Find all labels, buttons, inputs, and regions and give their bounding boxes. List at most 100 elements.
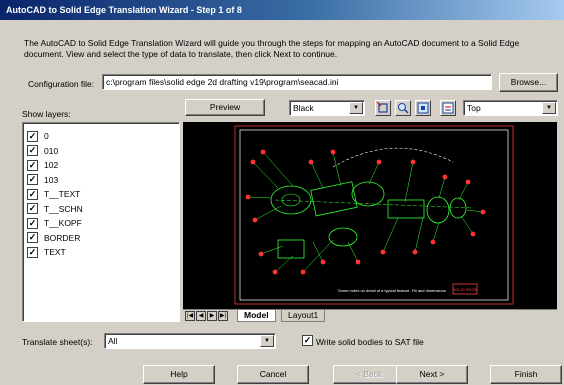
layer-checkbox[interactable]: ✓ — [27, 130, 38, 142]
drawing-preview[interactable]: SOLID EDGE Some notes on detail of a typ… — [183, 122, 557, 309]
leader-line — [252, 161, 279, 189]
drawing-caption: Some notes on detail of a typical featur… — [338, 288, 446, 293]
intro-text: The AutoCAD to Solid Edge Translation Wi… — [24, 38, 520, 59]
balloon-marker — [252, 217, 258, 223]
color-select[interactable]: Black ▼ — [289, 100, 365, 116]
drawing-canvas: SOLID EDGE Some notes on detail of a typ… — [234, 125, 514, 305]
balloon-marker — [376, 159, 382, 165]
balloon-marker — [300, 269, 306, 275]
write-sat-label: Write solid bodies to SAT file — [316, 337, 424, 347]
balloon-marker — [480, 209, 486, 215]
translate-sheets-label: Translate sheet(s): — [22, 337, 93, 347]
layer-label: 103 — [44, 174, 59, 185]
config-label: Configuration file: — [28, 79, 95, 89]
part-shaft — [387, 199, 425, 219]
next-tab-icon[interactable]: ▶ — [207, 311, 217, 321]
balloon-marker — [412, 249, 418, 255]
part-bracket — [277, 239, 305, 259]
part-body — [310, 181, 358, 217]
finish-button[interactable]: Finish — [490, 365, 562, 384]
part-bore-left — [281, 193, 301, 207]
stamp-text: SOLID EDGE — [453, 287, 478, 292]
list-item[interactable]: ✓ T__TEXT — [27, 187, 179, 202]
balloon-marker — [250, 159, 256, 165]
balloon-marker — [272, 269, 278, 275]
last-tab-icon[interactable]: ▶| — [218, 311, 228, 321]
translate-sheets-value: All — [108, 336, 118, 346]
leader-line — [432, 221, 440, 243]
layer-checkbox[interactable]: ✓ — [27, 246, 38, 258]
layer-label: 0 — [44, 131, 49, 142]
zoom-icon[interactable] — [395, 100, 411, 116]
translate-sheets-select[interactable]: All ▼ — [104, 333, 276, 349]
layer-checkbox[interactable]: ✓ — [27, 174, 38, 186]
leader-line — [262, 151, 294, 187]
tab-layout1[interactable]: Layout1 — [281, 310, 326, 322]
balloon-marker — [330, 149, 336, 155]
layer-checkbox[interactable]: ✓ — [27, 145, 38, 157]
list-item[interactable]: ✓ T__KOPF — [27, 216, 179, 231]
list-item[interactable]: ✓ 0 — [27, 129, 179, 144]
part-housing-mid — [351, 181, 385, 207]
layer-checkbox[interactable]: ✓ — [27, 159, 38, 171]
zoom-window-icon[interactable] — [375, 100, 391, 116]
layer-label: 102 — [44, 160, 59, 171]
back-button[interactable]: < Back — [333, 365, 405, 384]
list-item[interactable]: ✓ 102 — [27, 158, 179, 173]
chevron-down-icon[interactable]: ▼ — [260, 335, 274, 347]
window-title: AutoCAD to Solid Edge Translation Wizard… — [6, 5, 242, 15]
layer-label: T__KOPF — [44, 218, 82, 229]
leader-line — [460, 215, 474, 235]
list-item[interactable]: ✓ TEXT — [27, 245, 179, 260]
layer-list[interactable]: ✓ 0 ✓ 010 ✓ 102 ✓ 103 ✓ T__TEXT ✓ T__SCHN ✓ T__… — [22, 122, 180, 322]
chevron-down-icon[interactable]: ▼ — [349, 102, 363, 114]
list-item[interactable]: ✓ T__SCHN — [27, 202, 179, 217]
leader-line — [382, 217, 399, 253]
layer-label: T__SCHN — [44, 203, 83, 214]
balloon-marker — [470, 231, 476, 237]
drawing-border-inner — [239, 129, 509, 301]
write-sat-checkbox[interactable]: ✓ — [302, 335, 313, 346]
list-item[interactable]: ✓ BORDER — [27, 231, 179, 246]
leader-line — [260, 245, 284, 255]
balloon-marker — [260, 149, 266, 155]
layer-checkbox[interactable]: ✓ — [27, 203, 38, 215]
leader-line — [438, 176, 446, 199]
layer-label: TEXT — [44, 247, 66, 258]
list-item[interactable]: ✓ 010 — [27, 144, 179, 159]
fit-icon[interactable] — [415, 100, 431, 116]
balloon-marker — [320, 259, 326, 265]
next-button[interactable]: Next > — [396, 365, 468, 384]
balloon-marker — [308, 159, 314, 165]
balloon-marker — [410, 159, 416, 165]
leader-line — [332, 151, 342, 187]
list-item[interactable]: ✓ 103 — [27, 173, 179, 188]
chevron-down-icon[interactable]: ▼ — [542, 102, 556, 114]
leader-line — [302, 239, 334, 273]
balloon-marker — [430, 239, 436, 245]
balloon-marker — [442, 174, 448, 180]
view-icon[interactable] — [440, 100, 456, 116]
view-select[interactable]: Top ▼ — [463, 100, 558, 116]
browse-button[interactable]: Browse... — [499, 73, 558, 92]
layer-checkbox[interactable]: ✓ — [27, 188, 38, 200]
leader-line — [466, 209, 484, 213]
color-select-value: Black — [293, 103, 314, 113]
drawing-border-outer — [234, 125, 514, 305]
first-tab-icon[interactable]: |◀ — [185, 311, 195, 321]
layout-tab-bar: |◀ ◀ ▶ ▶| Model Layout1 — [183, 309, 557, 322]
balloon-marker — [355, 259, 361, 265]
view-select-value: Top — [467, 103, 481, 113]
layer-checkbox[interactable]: ✓ — [27, 232, 38, 244]
help-button[interactable]: Help — [143, 365, 215, 384]
tab-model[interactable]: Model — [237, 310, 276, 322]
leader-line — [254, 205, 282, 221]
part-cap — [449, 197, 467, 219]
prev-tab-icon[interactable]: ◀ — [196, 311, 206, 321]
layer-checkbox[interactable]: ✓ — [27, 217, 38, 229]
config-file-input[interactable]: c:\program files\solid edge 2d drafting … — [102, 74, 492, 90]
cancel-button[interactable]: Cancel — [237, 365, 309, 384]
preview-tab[interactable]: Preview — [185, 99, 265, 116]
balloon-marker — [245, 194, 251, 200]
show-layers-label: Show layers: — [22, 109, 71, 119]
